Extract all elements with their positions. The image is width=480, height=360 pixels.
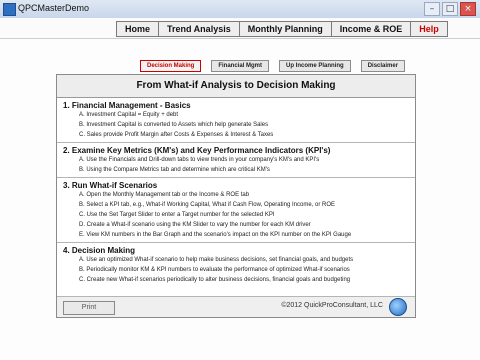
subtab-up-income-planning[interactable]: Up Income Planning bbox=[279, 60, 351, 72]
section-what-if-scenarios: 3. Run What-if Scenarios A. Open the Mon… bbox=[57, 181, 415, 240]
list-item: C. Create new What-if scenarios periodic… bbox=[79, 277, 351, 283]
company-logo-icon bbox=[389, 298, 407, 316]
list-item: B. Investment Capital is converted to As… bbox=[79, 122, 269, 128]
subtab-disclaimer[interactable]: Disclaimer bbox=[360, 60, 406, 72]
divider bbox=[57, 177, 415, 178]
copyright-text: ©2012 QuickProConsultant, LLC bbox=[281, 302, 383, 309]
section-heading: 4. Decision Making bbox=[63, 246, 136, 255]
section-heading: 2. Examine Key Metrics (KM's) and Key Pe… bbox=[63, 146, 331, 155]
list-item: B. Using the Compare Metrics tab and det… bbox=[79, 167, 270, 173]
list-item: B. Select a KPI tab, e.g., What-if Worki… bbox=[79, 202, 335, 208]
list-item: E. View KM numbers in the Bar Graph and … bbox=[79, 232, 352, 238]
tab-help[interactable]: Help bbox=[411, 21, 448, 37]
window-controls: – □ × bbox=[424, 2, 476, 16]
divider bbox=[57, 242, 415, 243]
app-icon bbox=[3, 3, 16, 16]
list-item: B. Periodically monitor KM & KPI numbers… bbox=[79, 267, 350, 273]
close-button[interactable]: × bbox=[460, 2, 476, 16]
list-item: C. Sales provide Profit Margin after Cos… bbox=[79, 132, 274, 138]
panel-title: From What-if Analysis to Decision Making bbox=[57, 75, 415, 98]
section-heading: 1. Financial Management - Basics bbox=[63, 101, 191, 110]
tab-income-roe[interactable]: Income & ROE bbox=[331, 21, 412, 37]
title-bar: QPCMasterDemo – □ × bbox=[0, 0, 480, 19]
list-item: A. Use the Financials and Drill-down tab… bbox=[79, 157, 320, 163]
tab-monthly-planning[interactable]: Monthly Planning bbox=[239, 21, 332, 37]
panel-footer: Print ©2012 QuickProConsultant, LLC bbox=[57, 296, 415, 317]
section-key-metrics: 2. Examine Key Metrics (KM's) and Key Pe… bbox=[57, 146, 415, 175]
divider bbox=[57, 142, 415, 143]
tab-trend-analysis[interactable]: Trend Analysis bbox=[159, 21, 240, 37]
list-item: A. Investment Capital = Equity + debt bbox=[79, 112, 179, 118]
content-panel: From What-if Analysis to Decision Making… bbox=[56, 74, 416, 318]
list-item: A. Open the Monthly Management tab or th… bbox=[79, 192, 250, 198]
section-heading: 3. Run What-if Scenarios bbox=[63, 181, 158, 190]
window-title: QPCMasterDemo bbox=[18, 3, 90, 13]
section-decision-making: 4. Decision Making A. Use an optimized W… bbox=[57, 246, 415, 285]
subtab-financial-mgmt[interactable]: Financial Mgmt bbox=[211, 60, 270, 72]
main-nav: Home Trend Analysis Monthly Planning Inc… bbox=[0, 18, 480, 39]
list-item: C. Use the Set Target Slider to enter a … bbox=[79, 212, 275, 218]
list-item: D. Create a What-if scenario using the K… bbox=[79, 222, 311, 228]
subtab-decision-making[interactable]: Decision Making bbox=[140, 60, 202, 72]
section-financial-management: 1. Financial Management - Basics A. Inve… bbox=[57, 101, 415, 140]
tab-home[interactable]: Home bbox=[116, 21, 160, 37]
minimize-button[interactable]: – bbox=[424, 2, 440, 16]
maximize-button[interactable]: □ bbox=[442, 2, 458, 16]
sub-tabs: Decision Making Financial Mgmt Up Income… bbox=[140, 60, 406, 72]
list-item: A. Use an optimized What-if scenario to … bbox=[79, 257, 354, 263]
print-button[interactable]: Print bbox=[63, 301, 115, 315]
